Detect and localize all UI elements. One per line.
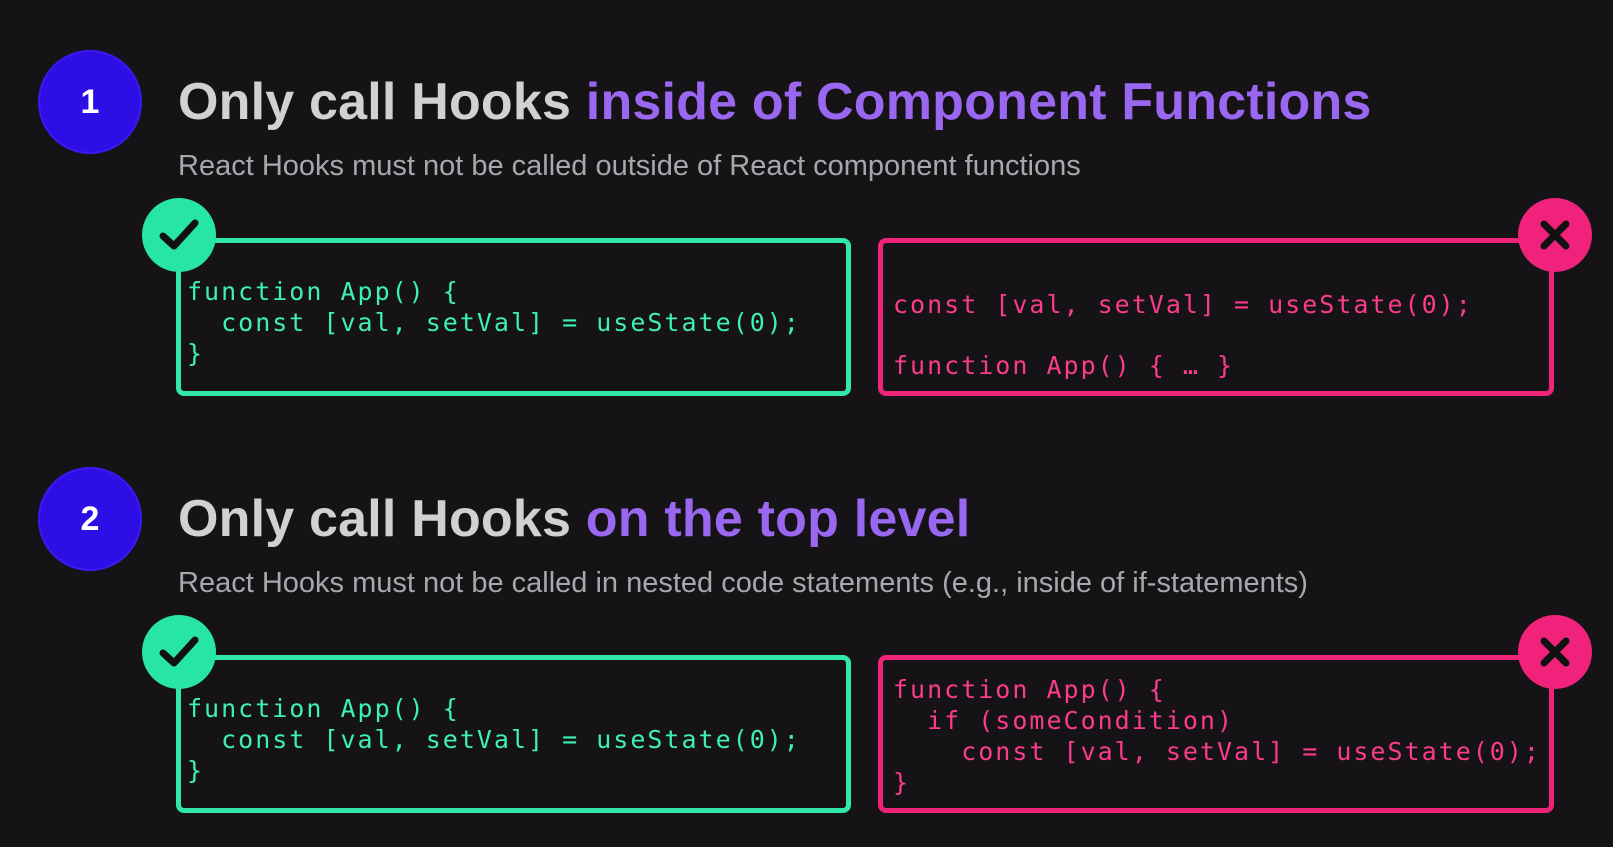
heading-plain: Only call Hooks	[178, 490, 572, 548]
cross-icon	[1518, 198, 1592, 272]
code-line: function App() {	[187, 694, 460, 723]
rule-number-badge: 2	[38, 467, 142, 571]
rule-subtitle: React Hooks must not be called outside o…	[178, 150, 1081, 182]
rule-heading: Only call Hooks on the top level	[178, 489, 970, 549]
code-block: function App() { const [val, setVal] = u…	[187, 276, 801, 369]
code-line: const [val, setVal] = useState(0);	[187, 308, 801, 337]
rule-heading: Only call Hooks inside of Component Func…	[178, 72, 1372, 132]
code-line: }	[893, 768, 911, 797]
code-line: if (someCondition)	[893, 706, 1235, 735]
code-block: function App() { const [val, setVal] = u…	[187, 693, 801, 786]
cross-icon	[1518, 615, 1592, 689]
code-line: const [val, setVal] = useState(0);	[893, 737, 1541, 766]
good-example-box: function App() { const [val, setVal] = u…	[176, 655, 851, 813]
code-line: const [val, setVal] = useState(0);	[893, 290, 1473, 319]
bad-example-box: function App() { if (someCondition) cons…	[878, 655, 1554, 813]
code-line: }	[187, 339, 205, 368]
code-line: }	[187, 756, 205, 785]
bad-example-box: const [val, setVal] = useState(0); funct…	[878, 238, 1554, 396]
code-line: const [val, setVal] = useState(0);	[187, 725, 801, 754]
good-example-box: function App() { const [val, setVal] = u…	[176, 238, 851, 396]
checkmark-icon	[142, 198, 216, 272]
code-line: function App() {	[187, 277, 460, 306]
heading-accent: inside of Component Functions	[585, 73, 1372, 131]
checkmark-icon	[142, 615, 216, 689]
code-block: const [val, setVal] = useState(0); funct…	[893, 274, 1473, 396]
heading-accent: on the top level	[585, 490, 971, 548]
heading-plain: Only call Hooks	[178, 73, 572, 131]
rule-subtitle: React Hooks must not be called in nested…	[178, 567, 1308, 599]
code-line: function App() {	[893, 675, 1166, 704]
rule-number-badge: 1	[38, 50, 142, 154]
code-line: function App() { … }	[893, 351, 1235, 380]
code-block: function App() { if (someCondition) cons…	[893, 674, 1541, 798]
